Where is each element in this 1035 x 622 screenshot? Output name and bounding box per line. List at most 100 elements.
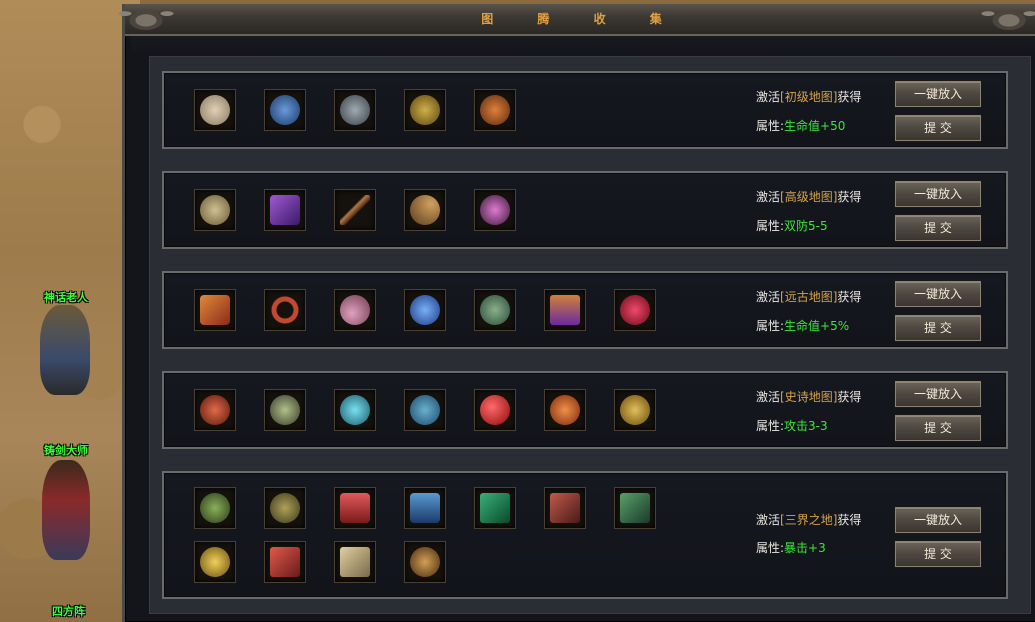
green-book-icon [620,493,650,523]
npc-name-swordsmith[interactable]: 铸剑大师 [44,442,88,458]
activate-suffix: 获得 [837,90,862,104]
green-shield-icon [480,295,510,325]
green-card-icon [480,493,510,523]
activate-suffix: 获得 [837,190,862,204]
dragon-claw-icon [270,95,300,125]
item-slot[interactable] [544,487,586,529]
item-slot[interactable] [544,389,586,431]
item-slot[interactable] [334,487,376,529]
activate-condition: 激活[远古地图]获得 [756,288,861,305]
title-bar[interactable]: 图 腾 收 集 [111,0,1035,36]
attribute-value: 暴击+3 [784,541,826,555]
item-slot[interactable] [404,487,446,529]
red-emblem-icon [200,395,230,425]
activate-prefix: 激活 [756,290,781,304]
activate-prefix: 激活 [756,513,781,527]
item-slot[interactable] [194,89,236,131]
activate-suffix: 获得 [837,390,862,404]
attr-prefix: 属性: [756,219,785,233]
item-slot[interactable] [404,89,446,131]
spiral-icon [200,195,230,225]
red-bottle-icon [340,493,370,523]
item-slot[interactable] [474,89,516,131]
activate-suffix: 获得 [837,513,862,527]
put-all-button[interactable]: 一键放入 [895,507,981,533]
green-serpent-icon [200,493,230,523]
submit-button[interactable]: 提 交 [895,415,981,441]
item-slot[interactable] [264,487,306,529]
attribute-value: 攻击3-3 [784,419,828,433]
horn-icon [410,195,440,225]
item-slot[interactable] [614,487,656,529]
blue-bottle-icon [410,493,440,523]
map-name: [初级地图] [780,90,838,104]
item-slot[interactable] [264,389,306,431]
attribute-line: 属性:生命值+5% [756,317,849,334]
activate-prefix: 激活 [756,190,781,204]
npc-name-mythic-elder[interactable]: 神话老人 [44,289,88,305]
twin-dragon-icon [410,547,440,577]
submit-button[interactable]: 提 交 [895,215,981,241]
item-slot[interactable] [404,389,446,431]
item-slot[interactable] [474,289,516,331]
item-slot[interactable] [264,541,306,583]
attribute-line: 属性:攻击3-3 [756,417,828,434]
item-slot[interactable] [264,89,306,131]
put-all-button[interactable]: 一键放入 [895,381,981,407]
item-slot[interactable] [614,289,656,331]
put-all-button[interactable]: 一键放入 [895,281,981,307]
scroll-icon [270,195,300,225]
skull-icon [270,395,300,425]
put-all-button[interactable]: 一键放入 [895,81,981,107]
item-slot[interactable] [614,389,656,431]
item-slot[interactable] [264,189,306,231]
totem-section-4: 激活[史诗地图]获得 属性:攻击3-3 一键放入 提 交 [162,371,1008,449]
item-slot[interactable] [334,389,376,431]
ring-icon [270,295,300,325]
map-name: [史诗地图] [780,390,838,404]
attribute-line: 属性:暴击+3 [756,539,826,556]
item-slot[interactable] [404,541,446,583]
item-slot[interactable] [544,289,586,331]
item-slot[interactable] [334,541,376,583]
blue-dragon-coin-icon [410,395,440,425]
activate-condition: 激活[初级地图]获得 [756,88,861,105]
submit-button[interactable]: 提 交 [895,115,981,141]
item-slot[interactable] [264,289,306,331]
submit-button[interactable]: 提 交 [895,541,981,567]
activate-prefix: 激活 [756,90,781,104]
submit-button[interactable]: 提 交 [895,315,981,341]
npc-mythic-elder-sprite[interactable] [40,305,90,395]
attr-prefix: 属性: [756,119,785,133]
item-slot[interactable] [334,289,376,331]
item-slot[interactable] [194,487,236,529]
item-slot[interactable] [404,189,446,231]
gold-serpent-icon [270,493,300,523]
claw-icon [340,95,370,125]
item-slot[interactable] [474,487,516,529]
put-all-button[interactable]: 一键放入 [895,181,981,207]
item-slot[interactable] [194,541,236,583]
gold-knot-icon [200,547,230,577]
item-slot[interactable] [194,189,236,231]
frame-header-strip [131,36,1035,52]
attribute-line: 属性:双防5-5 [756,217,828,234]
golden-lion-coin-icon [620,395,650,425]
item-slot[interactable] [474,189,516,231]
npc-name-four-formation[interactable]: 四方阵 [52,603,85,619]
item-slot[interactable] [404,289,446,331]
totem-section-1: 激活[初级地图]获得 属性:生命值+50 一键放入 提 交 [162,71,1008,149]
item-slot[interactable] [334,89,376,131]
item-slot[interactable] [334,189,376,231]
red-scroll-icon [200,295,230,325]
game-scene: 神话老人 铸剑大师 四方阵 [0,0,140,622]
attr-prefix: 属性: [756,541,785,555]
item-slot[interactable] [474,389,516,431]
item-slot[interactable] [194,389,236,431]
red-book-icon [270,547,300,577]
cyan-orb-icon [340,395,370,425]
npc-swordsmith-sprite[interactable] [42,460,90,560]
attr-prefix: 属性: [756,419,785,433]
item-slot[interactable] [194,289,236,331]
blue-orb-icon [410,295,440,325]
